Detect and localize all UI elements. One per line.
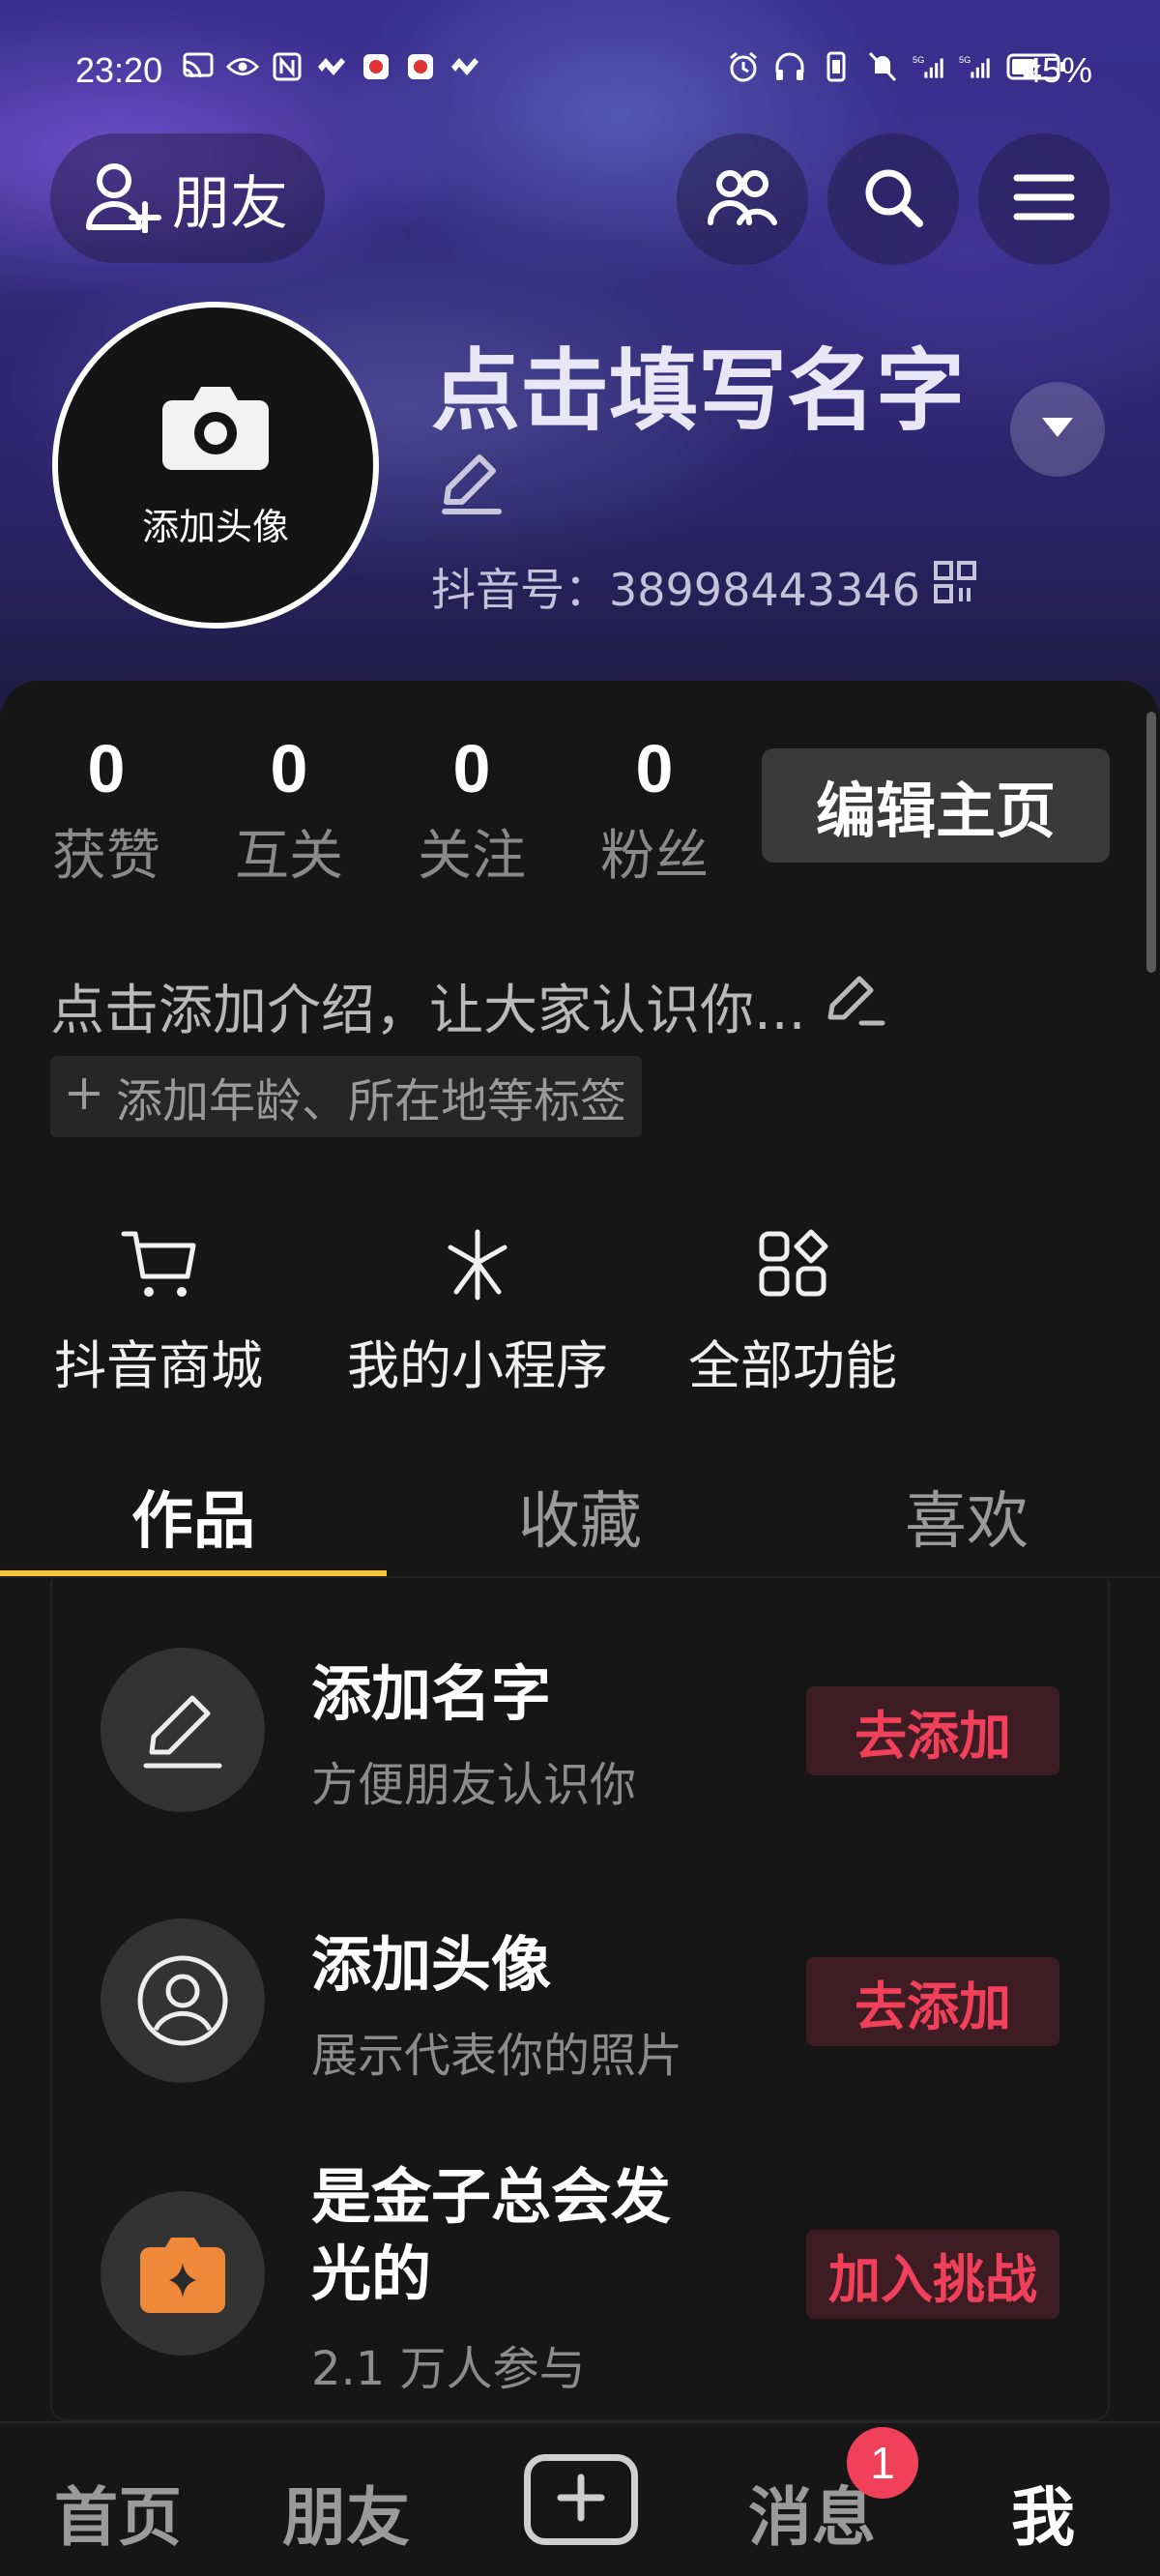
plus-icon — [66, 1069, 102, 1124]
account-switch-button[interactable] — [1010, 382, 1105, 477]
signal-5g-icon: 5G — [913, 50, 945, 83]
app-notification-icon — [360, 50, 392, 83]
add-avatar-button[interactable]: 添加头像 — [52, 302, 379, 629]
cast-icon — [182, 50, 215, 83]
mini-program-icon — [439, 1228, 516, 1305]
nav-home[interactable]: 首页 — [54, 2466, 182, 2559]
challenge-icon — [101, 2191, 265, 2356]
stat-value: 0 — [270, 731, 308, 806]
eye-icon — [226, 50, 259, 83]
add-name-button[interactable]: 去添加 — [806, 1686, 1059, 1775]
status-system-icons: 5G 5G — [727, 50, 1067, 83]
task-subtitle: 方便朋友认识你 — [311, 1758, 637, 1812]
stat-value: 0 — [635, 731, 674, 806]
camera-icon — [159, 381, 273, 478]
edit-profile-button[interactable]: 编辑主页 — [762, 748, 1110, 863]
all-functions-icon — [754, 1228, 831, 1305]
create-post-button[interactable] — [524, 2454, 638, 2545]
nav-me[interactable]: 我 — [1011, 2466, 1075, 2559]
task-subtitle: 展示代表你的照片 — [311, 2029, 683, 2083]
feature-label: 抖音商城 — [54, 1335, 263, 1396]
svg-text:5G: 5G — [913, 55, 924, 65]
signal-5g-icon: 5G — [959, 50, 992, 83]
stat-mutual[interactable]: 0 互关 — [221, 735, 357, 891]
pencil-icon — [101, 1648, 265, 1812]
headphones-icon — [773, 50, 806, 83]
message-badge: 1 — [847, 2427, 918, 2499]
bio-text: 点击添加介绍，让大家认识你... — [50, 980, 806, 1042]
vibrate-icon — [820, 50, 853, 83]
add-friend-label: 朋友 — [172, 169, 288, 238]
task-title-line: 光的 — [311, 2239, 432, 2309]
caret-down-icon — [1040, 416, 1075, 443]
edit-bio-icon — [823, 971, 886, 1042]
search-button[interactable] — [827, 133, 959, 265]
tab-likes[interactable]: 喜欢 — [773, 1472, 1160, 1561]
feature-label: 我的小程序 — [347, 1335, 608, 1396]
stat-followers[interactable]: 0 粉丝 — [587, 735, 722, 891]
stat-label: 关注 — [418, 825, 526, 888]
add-tags-label: 添加年龄、所在地等标签 — [116, 1074, 627, 1128]
add-friend-button[interactable]: 朋友 — [50, 133, 325, 263]
task-title: 是金子总会发 光的 — [311, 2158, 671, 2313]
alarm-icon — [727, 50, 760, 83]
task-subtitle: 2.1 万人参与 — [311, 2342, 586, 2396]
hamburger-menu-icon — [1013, 172, 1075, 226]
plus-icon — [557, 2474, 605, 2526]
stat-value: 0 — [452, 731, 491, 806]
nav-friends[interactable]: 朋友 — [282, 2466, 410, 2559]
nfc-icon — [271, 50, 304, 83]
stat-following[interactable]: 0 关注 — [404, 735, 539, 891]
tab-favorites[interactable]: 收藏 — [387, 1472, 773, 1561]
bio-placeholder[interactable]: 点击添加介绍，让大家认识你... — [50, 967, 886, 1045]
mute-icon — [866, 50, 899, 83]
svg-text:5G: 5G — [959, 55, 971, 65]
app-notification-icon — [315, 50, 348, 83]
edit-name-icon[interactable] — [437, 450, 505, 521]
scrollbar[interactable] — [1146, 712, 1156, 973]
add-tags-chip[interactable]: 添加年龄、所在地等标签 — [50, 1056, 643, 1137]
battery-percentage: 45% — [1022, 50, 1092, 90]
status-bar: 23:20 5G 5G 45% — [0, 0, 1160, 135]
task-title: 添加头像 — [311, 1929, 552, 2000]
stat-label: 互关 — [235, 825, 343, 888]
search-icon — [861, 165, 925, 233]
join-challenge-button[interactable]: 加入挑战 — [806, 2230, 1059, 2319]
douyin-id-text: 抖音号：38998443346 — [431, 564, 920, 616]
stat-label: 获赞 — [52, 825, 160, 888]
tab-works[interactable]: 作品 — [0, 1472, 387, 1561]
app-notification-icon — [449, 50, 481, 83]
menu-button[interactable] — [978, 133, 1110, 265]
stat-likes[interactable]: 0 获赞 — [39, 735, 174, 891]
cart-icon — [120, 1228, 197, 1305]
mini-programs-shortcut[interactable]: 我的小程序 — [342, 1228, 613, 1399]
task-title: 添加名字 — [311, 1658, 552, 1729]
add-avatar-task-button[interactable]: 去添加 — [806, 1957, 1059, 2046]
add-friend-icon — [85, 160, 162, 237]
all-functions-shortcut[interactable]: 全部功能 — [684, 1228, 901, 1399]
status-time: 23:20 — [75, 50, 163, 90]
visitors-button[interactable] — [677, 133, 808, 265]
feature-label: 全部功能 — [688, 1335, 897, 1396]
stat-label: 粉丝 — [600, 825, 709, 888]
add-avatar-label: 添加头像 — [141, 505, 289, 548]
task-title-line: 是金子总会发 — [311, 2161, 672, 2232]
app-notification-icon — [404, 50, 437, 83]
douyin-mall-shortcut[interactable]: 抖音商城 — [50, 1228, 267, 1399]
qr-code-icon — [933, 560, 976, 614]
stat-value: 0 — [87, 731, 126, 806]
people-icon — [707, 168, 778, 230]
profile-name[interactable]: 点击填写名字 — [431, 319, 965, 448]
status-notification-icons — [182, 50, 481, 83]
douyin-id[interactable]: 抖音号：38998443346 — [431, 555, 976, 619]
tab-divider — [0, 1576, 1160, 1578]
user-circle-icon — [101, 1918, 265, 2083]
